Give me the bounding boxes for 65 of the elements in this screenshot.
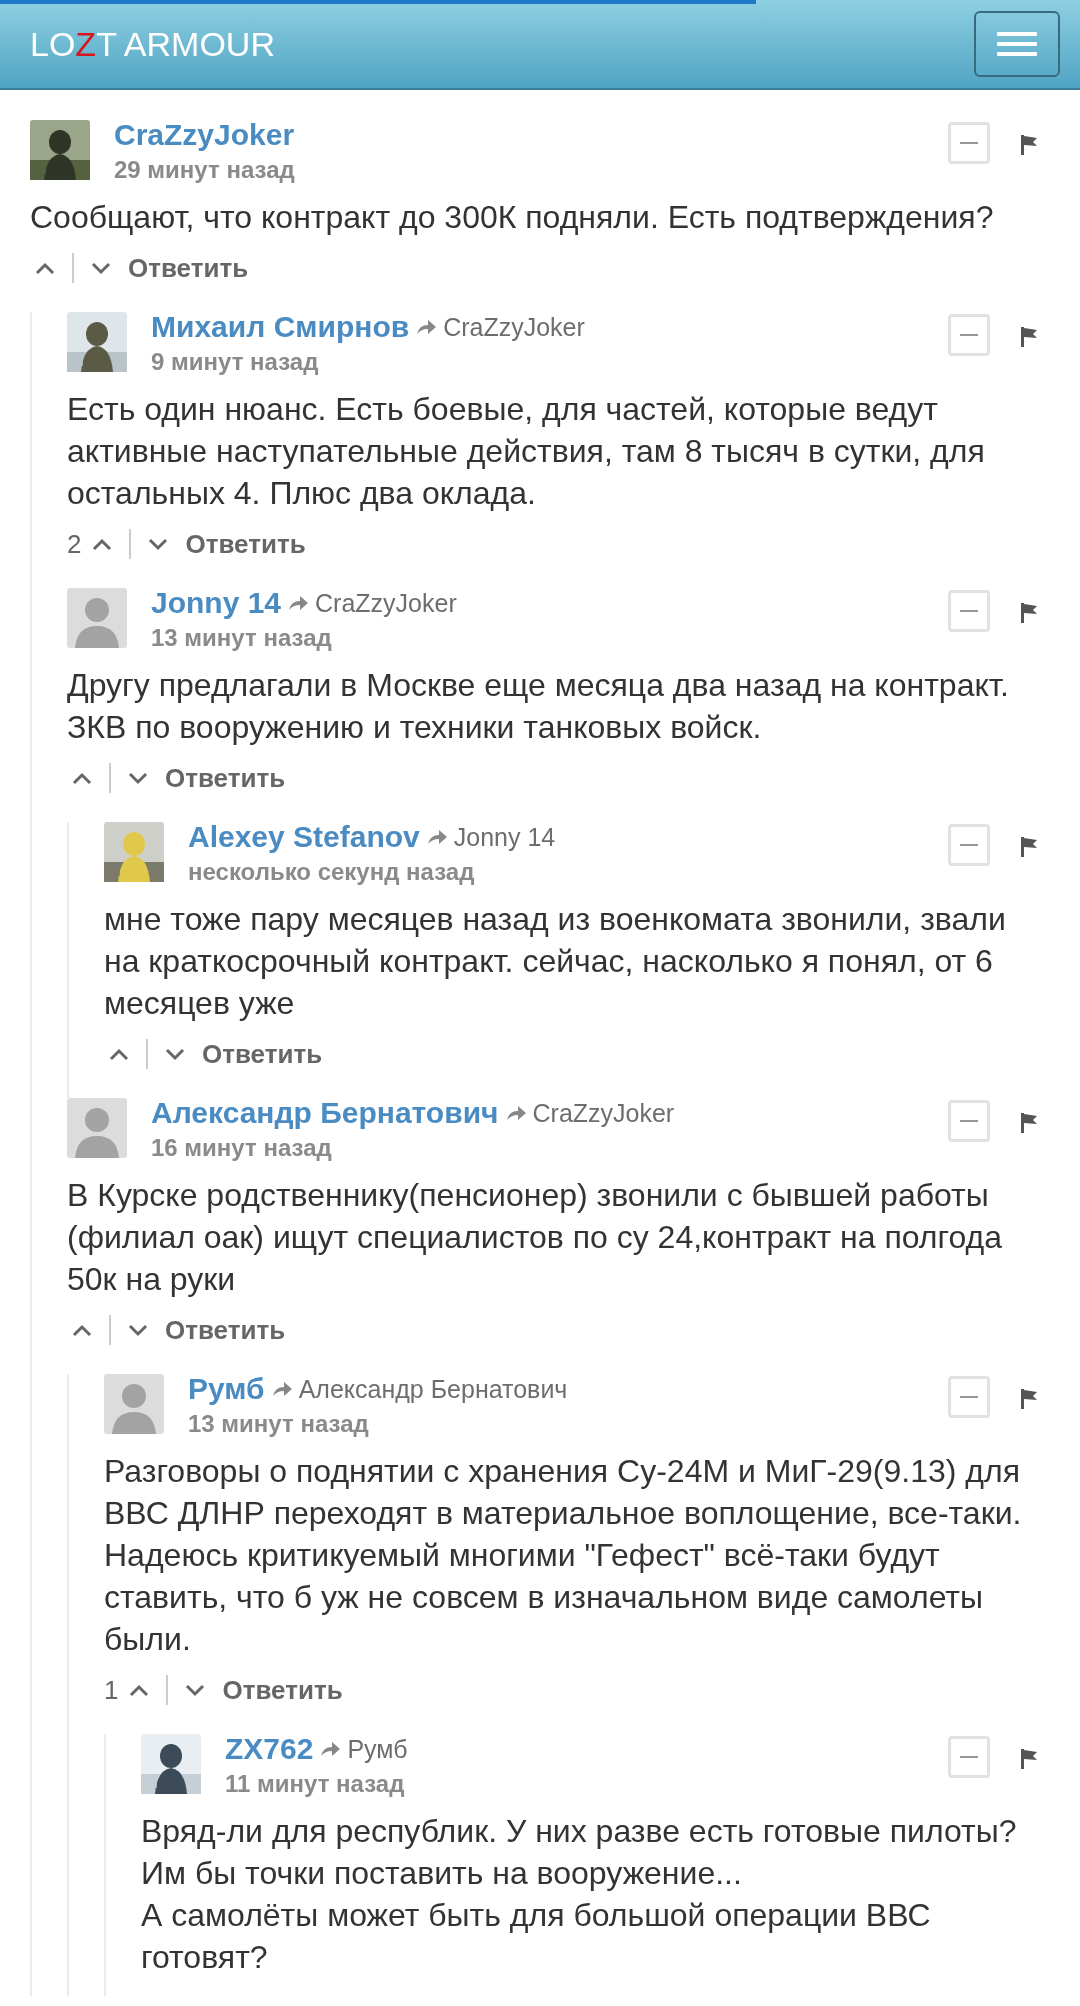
avatar-icon: [67, 588, 127, 648]
downvote-icon[interactable]: [90, 261, 112, 275]
downvote-icon[interactable]: [164, 1047, 186, 1061]
site-logo[interactable]: LOZT ARMOUR: [30, 24, 275, 64]
author-name[interactable]: ZX762: [225, 1732, 314, 1766]
downvote-icon[interactable]: [127, 771, 149, 785]
comment-time[interactable]: 29 минут назад: [114, 156, 295, 184]
flag-icon[interactable]: [1020, 836, 1038, 858]
downvote-icon[interactable]: [127, 1323, 149, 1337]
reply-link[interactable]: Ответить: [165, 762, 286, 794]
flag-icon[interactable]: [1020, 134, 1038, 156]
downvote-icon[interactable]: [147, 537, 170, 551]
menu-icon: [997, 30, 1037, 58]
reply-link[interactable]: Ответить: [202, 1038, 323, 1070]
reply-to-name[interactable]: CraZzyJoker: [532, 1098, 675, 1128]
reply-to-name[interactable]: Александр Бернатович: [298, 1374, 568, 1404]
author-name[interactable]: Михаил Смирнов: [151, 310, 410, 344]
comment-text: мне тоже пару месяцев назад из военкомата звонили, звали на краткосрочный контракт. сейчас, насколько я понял, от 6 месяцев уже: [104, 900, 1007, 1023]
comment-text: Есть один нюанс. Есть боевые, для частей, которые ведут активные наступательные действия, там 8 тысяч в сутки, для остальных 4. Плюс два оклада.: [67, 390, 986, 513]
avatar-icon: [67, 1098, 127, 1158]
avatar-icon: [104, 1374, 164, 1434]
upvote-icon[interactable]: [34, 261, 56, 275]
comment-text: Сообщают, что контракт до 300К подняли. Есть подтверждения?: [30, 198, 995, 237]
reply-arrow-icon: [287, 595, 310, 611]
comment-time[interactable]: 16 минут назад: [151, 1134, 332, 1162]
reply-arrow-icon: [415, 319, 438, 335]
reply-to-name[interactable]: Румб: [347, 1734, 408, 1764]
vote-count: 1: [104, 1674, 119, 1706]
comment-time[interactable]: 9 минут назад: [151, 348, 319, 376]
comment-time[interactable]: несколько секунд назад: [188, 858, 475, 886]
comment-text: В Курске родственнику(пенсионер) звонили с бывшей работы (филиал оак) ищут специалистов по су 24,контракт на полгода 50к на руки: [67, 1176, 1004, 1299]
comment-time[interactable]: 11 минут назад: [225, 1770, 405, 1798]
reply-to-name[interactable]: CraZzyJoker: [443, 312, 585, 342]
menu-button[interactable]: [974, 11, 1060, 77]
comment-text: Вряд-ли для республик. У них разве есть готовые пилоты? Им бы точки поставить на вооружение... А самолёты может быть для большой операции ВВС готовят?: [141, 1812, 1018, 1977]
reply-link[interactable]: Ответить: [165, 1314, 286, 1346]
author-name[interactable]: Jonny 14: [151, 586, 282, 620]
vote-count: 2: [67, 528, 82, 560]
comment-time[interactable]: 13 минут назад: [188, 1410, 369, 1438]
upvote-icon[interactable]: [108, 1047, 130, 1061]
flag-icon[interactable]: [1020, 326, 1038, 348]
comment-time[interactable]: 13 минут назад: [151, 624, 332, 652]
upvote-icon[interactable]: [91, 537, 114, 551]
upvote-icon[interactable]: [71, 771, 93, 785]
reply-to-name[interactable]: CraZzyJoker: [315, 588, 457, 618]
upvote-icon[interactable]: [71, 1323, 93, 1337]
reply-link[interactable]: Ответить: [185, 528, 306, 560]
reply-arrow-icon: [425, 829, 448, 845]
flag-icon[interactable]: [1020, 1748, 1038, 1770]
upvote-icon[interactable]: [128, 1683, 151, 1697]
comment-text: Разговоры о поднятии с хранения Су-24М и МиГ-29(9.13) для ВВС ДЛНР переходят в материальное воплощение, все-таки. Надеюсь критикуемый многими "Гефест" всё-таки будут ставить, что б уж не совсем в изначальном виде самолеты были.: [104, 1452, 1023, 1659]
flag-icon[interactable]: [1020, 1112, 1038, 1134]
flag-icon[interactable]: [1020, 1388, 1038, 1410]
reply-arrow-icon: [319, 1741, 342, 1757]
reply-arrow-icon: [270, 1381, 293, 1397]
downvote-icon[interactable]: [184, 1683, 207, 1697]
flag-icon[interactable]: [1020, 602, 1038, 624]
author-name[interactable]: Alexey Stefanov: [188, 820, 420, 854]
author-name[interactable]: CraZzyJoker: [114, 118, 295, 152]
reply-link[interactable]: Ответить: [222, 1674, 343, 1706]
comment-text: Другу предлагали в Москве еще месяца два назад на контракт. ЗКВ по вооружению и техники танковых войск.: [67, 666, 1010, 747]
author-name[interactable]: Александр Бернатович: [151, 1096, 499, 1130]
reply-link[interactable]: Ответить: [128, 252, 249, 284]
author-name[interactable]: Румб: [188, 1372, 265, 1406]
reply-to-name[interactable]: Jonny 14: [453, 822, 556, 852]
